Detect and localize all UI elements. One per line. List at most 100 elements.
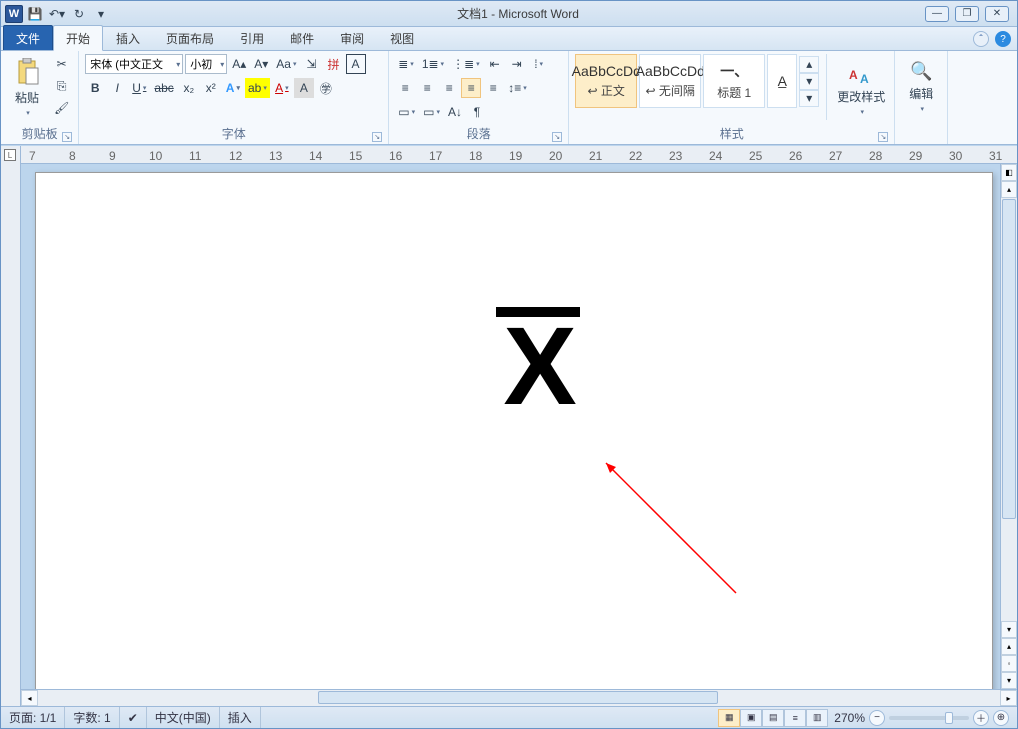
clipboard-launcher[interactable]: ↘	[62, 132, 72, 142]
align-center-button[interactable]: ≡	[417, 78, 437, 98]
style-no-spacing[interactable]: AaBbCcDd↩ 无间隔	[639, 54, 701, 108]
page[interactable]: X	[35, 172, 993, 689]
scroll-up-button[interactable]: ▴	[1001, 181, 1017, 198]
subscript-button[interactable]: x₂	[179, 78, 199, 98]
status-insert-mode[interactable]: 插入	[220, 707, 261, 728]
view-web-layout[interactable]: ▤	[762, 709, 784, 727]
zoom-out-button[interactable]: −	[869, 710, 885, 726]
style-normal[interactable]: AaBbCcDd↩ 正文	[575, 54, 637, 108]
scroll-right-button[interactable]: ▸	[1000, 690, 1017, 706]
ruler-toggle[interactable]: ◧	[1001, 164, 1017, 181]
bold-button[interactable]: B	[85, 78, 105, 98]
clear-formatting-button[interactable]: ⇲	[302, 54, 322, 74]
change-case-button[interactable]: Aa▾	[273, 54, 299, 74]
view-print-layout[interactable]: ▦	[718, 709, 740, 727]
status-proofing[interactable]: ✔	[120, 707, 147, 728]
tab-references[interactable]: 引用	[227, 25, 277, 50]
styles-launcher[interactable]: ↘	[878, 132, 888, 142]
browse-object-button[interactable]: ◦	[1001, 655, 1017, 672]
enclose-char-button[interactable]: ㊫	[316, 78, 336, 98]
strikethrough-button[interactable]: abc	[151, 78, 176, 98]
zoom-in-button[interactable]: ＋	[973, 710, 989, 726]
tab-view[interactable]: 视图	[377, 25, 427, 50]
maximize-button[interactable]: ❐	[955, 6, 979, 22]
vertical-ruler[interactable]: L	[1, 146, 21, 706]
shrink-font-button[interactable]: A▾	[251, 54, 271, 74]
view-outline[interactable]: ≡	[784, 709, 806, 727]
multilevel-list-button[interactable]: ⋮≣▾	[449, 54, 483, 74]
style-more[interactable]: A̲	[767, 54, 797, 108]
increase-indent-button[interactable]: ⇥	[507, 54, 527, 74]
view-full-screen[interactable]: ▣	[740, 709, 762, 727]
underline-button[interactable]: U▾	[129, 78, 149, 98]
qat-undo-button[interactable]: ↶▾	[47, 4, 67, 24]
horizontal-ruler[interactable]: 7891011121314151617181920212223242526272…	[21, 146, 1017, 164]
line-spacing-button[interactable]: ↕≡▾	[505, 78, 530, 98]
cut-button[interactable]: ✂	[51, 54, 72, 74]
tab-stop-type[interactable]: L	[4, 149, 16, 161]
copy-button[interactable]: ⎘	[51, 76, 72, 96]
styles-expand[interactable]: ▾	[799, 90, 819, 107]
status-word-count[interactable]: 字数: 1	[65, 707, 119, 728]
document-viewport[interactable]: X	[21, 164, 1000, 689]
align-right-button[interactable]: ≡	[439, 78, 459, 98]
tab-file[interactable]: 文件	[3, 25, 53, 50]
qat-redo-button[interactable]: ↻	[69, 4, 89, 24]
tab-review[interactable]: 审阅	[327, 25, 377, 50]
qat-customize-button[interactable]: ▾	[91, 4, 111, 24]
zoom-slider[interactable]	[889, 716, 969, 720]
scroll-down-button[interactable]: ▾	[1001, 621, 1017, 638]
minimize-button[interactable]: —	[925, 6, 949, 22]
paste-button[interactable]: 粘贴▾	[7, 54, 47, 120]
sort-button[interactable]: A↓	[445, 102, 465, 122]
help-button[interactable]: ?	[995, 31, 1011, 47]
phonetic-guide-button[interactable]: 拼	[324, 54, 344, 74]
grow-font-button[interactable]: A▴	[229, 54, 249, 74]
status-language[interactable]: 中文(中国)	[147, 707, 220, 728]
zoom-level[interactable]: 270%	[834, 711, 865, 725]
change-styles-button[interactable]: AA 更改样式▾	[834, 54, 888, 120]
font-color-button[interactable]: A▾	[272, 78, 292, 98]
zoom-slider-knob[interactable]	[945, 712, 953, 724]
vertical-scrollbar[interactable]: ◧ ▴ ▾ ▴ ◦ ▾	[1000, 164, 1017, 689]
close-button[interactable]: ✕	[985, 6, 1009, 22]
styles-scroll-up[interactable]: ▴	[799, 56, 819, 73]
zoom-fit-button[interactable]: ⊕	[993, 710, 1009, 726]
qat-save-button[interactable]: 💾	[25, 4, 45, 24]
superscript-button[interactable]: x²	[201, 78, 221, 98]
scroll-left-button[interactable]: ◂	[21, 690, 38, 706]
char-border-button[interactable]: A	[346, 54, 366, 74]
font-launcher[interactable]: ↘	[372, 132, 382, 142]
justify-button[interactable]: ≡	[461, 78, 481, 98]
style-heading-1[interactable]: 一、标题 1	[703, 54, 765, 108]
tab-insert[interactable]: 插入	[103, 25, 153, 50]
collapse-ribbon-button[interactable]: ˆ	[973, 31, 989, 47]
numbering-button[interactable]: 1≣▾	[419, 54, 447, 74]
next-page-button[interactable]: ▾	[1001, 672, 1017, 689]
distribute-button[interactable]: ≡	[483, 78, 503, 98]
scroll-thumb-v[interactable]	[1002, 199, 1016, 519]
font-size-select[interactable]: 小初	[185, 54, 227, 74]
tab-home[interactable]: 开始	[53, 25, 103, 51]
highlight-button[interactable]: ab▾	[245, 78, 270, 98]
horizontal-scrollbar[interactable]: ◂ ▸	[21, 689, 1017, 706]
tab-page-layout[interactable]: 页面布局	[153, 25, 227, 50]
text-effects-button[interactable]: A▾	[223, 78, 243, 98]
shading-button[interactable]: ▭▾	[395, 102, 418, 122]
paragraph-launcher[interactable]: ↘	[552, 132, 562, 142]
align-left-button[interactable]: ≡	[395, 78, 415, 98]
view-draft[interactable]: ▥	[806, 709, 828, 727]
font-name-select[interactable]: 宋体 (中文正文	[85, 54, 183, 74]
format-painter-button[interactable]: 🖌	[51, 98, 72, 118]
find-button[interactable]: 🔍 编辑▾	[901, 54, 941, 120]
scroll-thumb-h[interactable]	[318, 691, 718, 704]
borders-button[interactable]: ▭▾	[420, 102, 443, 122]
show-marks-button[interactable]: ¶	[467, 102, 487, 122]
asian-layout-button[interactable]: ⁞▾	[529, 54, 549, 74]
bullets-button[interactable]: ≣▾	[395, 54, 417, 74]
styles-scroll-down[interactable]: ▾	[799, 73, 819, 90]
prev-page-button[interactable]: ▴	[1001, 638, 1017, 655]
decrease-indent-button[interactable]: ⇤	[485, 54, 505, 74]
italic-button[interactable]: I	[107, 78, 127, 98]
tab-mailings[interactable]: 邮件	[277, 25, 327, 50]
